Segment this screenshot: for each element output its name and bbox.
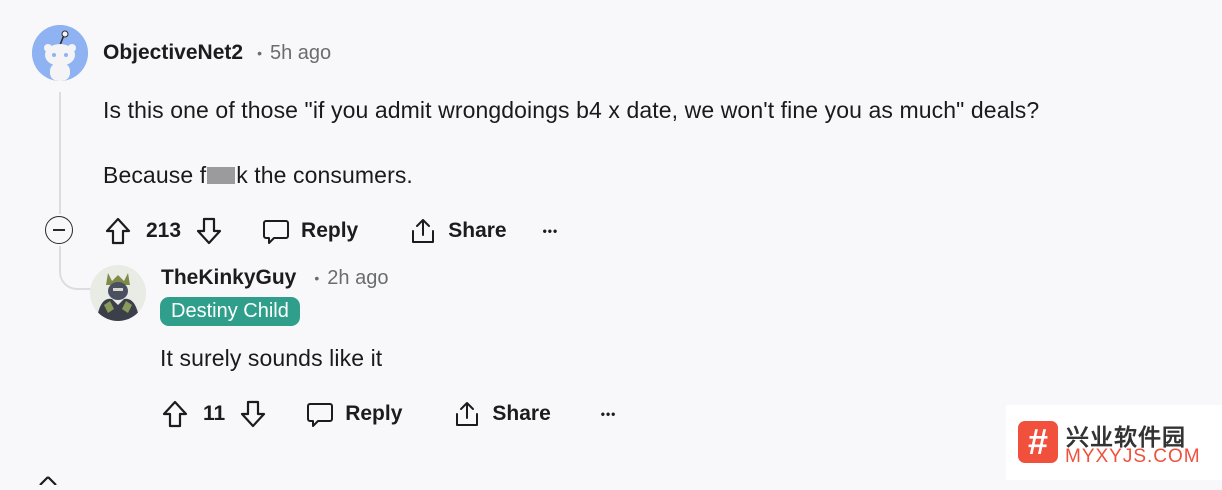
- reply-connector: [59, 246, 91, 290]
- vote-count: 11: [203, 402, 226, 425]
- separator-dot: •: [257, 45, 262, 61]
- reply-author[interactable]: TheKinkyGuy: [161, 266, 296, 290]
- comment-timestamp[interactable]: 5h ago: [270, 42, 331, 65]
- more-options-button[interactable]: •••: [543, 224, 559, 238]
- separator-dot: •: [314, 270, 320, 286]
- censor-block: [207, 167, 236, 184]
- upvote-icon[interactable]: [161, 399, 189, 429]
- upvote-icon[interactable]: [34, 472, 62, 490]
- downvote-icon[interactable]: [239, 399, 267, 429]
- user-flair-badge: Destiny Child: [160, 297, 300, 326]
- watermark-domain: MYXYJS.COM: [1065, 446, 1201, 467]
- reply-label: Reply: [345, 402, 403, 425]
- comment-body-line1: Is this one of those "if you admit wrong…: [103, 97, 1040, 123]
- reply-body: It surely sounds like it: [160, 345, 383, 371]
- share-icon: [408, 216, 438, 246]
- avatar[interactable]: [32, 25, 88, 81]
- thread-line: [59, 92, 61, 214]
- reply-timestamp[interactable]: 2h ago: [327, 267, 388, 290]
- comment-text-part: k the consumers.: [236, 162, 413, 188]
- reply-button[interactable]: Reply: [305, 399, 402, 429]
- more-options-button[interactable]: •••: [601, 407, 617, 421]
- comment-body-line2: Because f k the consumers.: [103, 162, 413, 189]
- share-icon: [452, 399, 482, 429]
- reply-button[interactable]: Reply: [261, 216, 358, 246]
- comment-icon: [305, 399, 335, 429]
- collapse-thread-button[interactable]: [45, 216, 73, 244]
- share-label: Share: [448, 219, 507, 242]
- reply-label: Reply: [301, 219, 359, 242]
- vote-count: 213: [146, 219, 182, 242]
- comment-author[interactable]: ObjectiveNet2: [103, 41, 243, 65]
- share-button[interactable]: Share: [408, 216, 507, 246]
- share-button[interactable]: Share: [452, 399, 551, 429]
- upvote-icon[interactable]: [104, 216, 132, 246]
- snoo-avatar-icon: [32, 25, 88, 81]
- character-avatar-icon: [90, 265, 146, 321]
- comment-icon: [261, 216, 291, 246]
- comment-text-part: Because f: [103, 162, 207, 188]
- watermark-logo: #: [1018, 421, 1058, 463]
- share-label: Share: [492, 402, 551, 425]
- downvote-icon[interactable]: [195, 216, 223, 246]
- avatar[interactable]: [90, 265, 146, 321]
